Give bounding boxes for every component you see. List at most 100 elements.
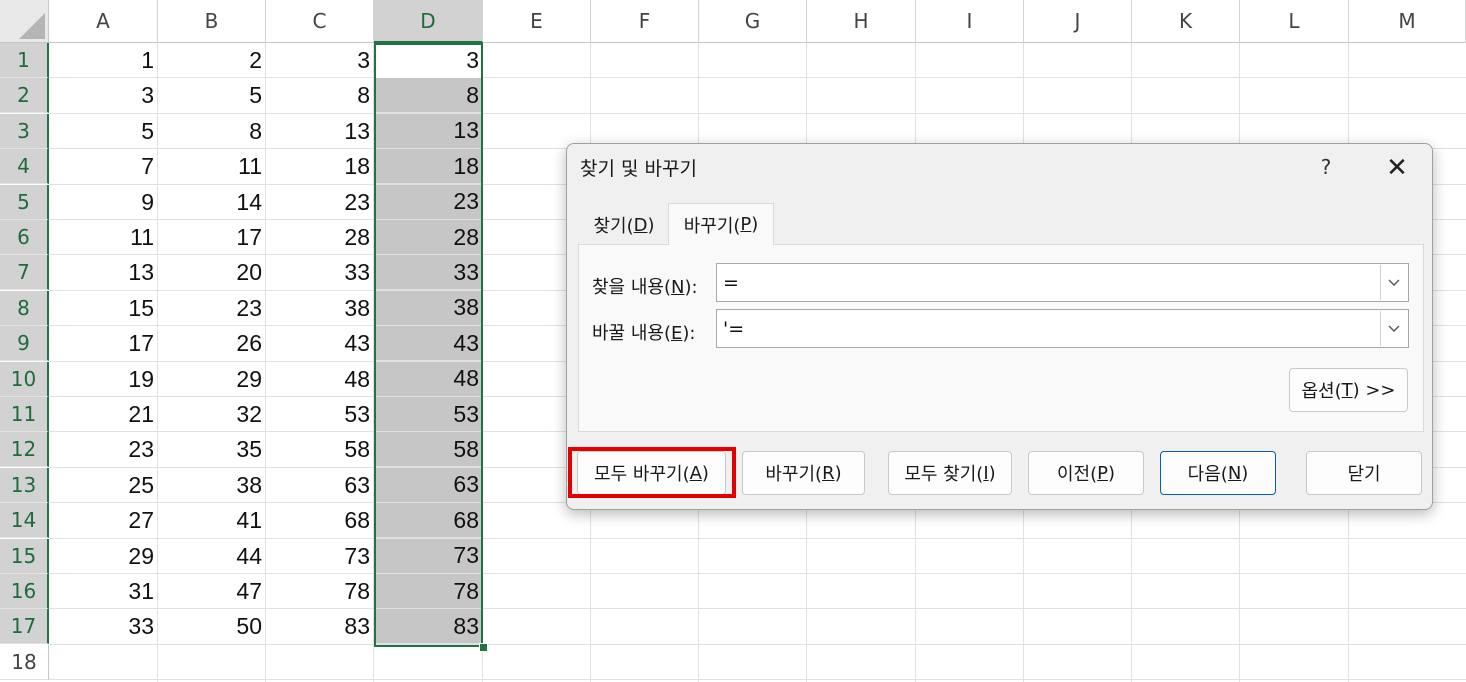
help-button[interactable]: ? (1311, 152, 1341, 182)
cell-a4[interactable]: 7 (49, 149, 158, 184)
cell-d5[interactable]: 23 (374, 184, 483, 220)
column-header-f[interactable]: F (591, 0, 699, 43)
cell-c10[interactable]: 48 (266, 362, 374, 397)
column-header-l[interactable]: L (1240, 0, 1349, 43)
cell-a11[interactable]: 21 (49, 397, 158, 432)
cell-d1[interactable]: 3 (374, 43, 483, 78)
cell-b16[interactable]: 47 (158, 574, 266, 609)
cell-a9[interactable]: 17 (49, 326, 158, 361)
cell-c7[interactable]: 33 (266, 255, 374, 290)
cell-c8[interactable]: 38 (266, 291, 374, 326)
column-header-c[interactable]: C (266, 0, 374, 43)
cell-c14[interactable]: 68 (266, 503, 374, 538)
cell-a15[interactable]: 29 (49, 539, 158, 574)
cell-d2[interactable]: 8 (374, 78, 483, 114)
row-header[interactable]: 17 (0, 609, 49, 645)
find-what-input[interactable]: = (716, 263, 1409, 302)
cell-d7[interactable]: 33 (374, 255, 483, 291)
cell-d15[interactable]: 73 (374, 538, 483, 574)
column-header-j[interactable]: J (1024, 0, 1132, 43)
column-header-b[interactable]: B (158, 0, 266, 43)
row-header[interactable]: 8 (0, 290, 49, 326)
tab-find[interactable]: 찾기(D) (579, 206, 669, 244)
cell-b12[interactable]: 35 (158, 432, 266, 467)
cell-c5[interactable]: 23 (266, 185, 374, 220)
column-header-e[interactable]: E (483, 0, 591, 43)
row-header[interactable]: 10 (0, 361, 49, 397)
row-header[interactable]: 15 (0, 538, 49, 574)
row-header[interactable]: 2 (0, 78, 49, 114)
column-header-k[interactable]: K (1132, 0, 1240, 43)
cell-c1[interactable]: 3 (266, 43, 374, 78)
cell-d3[interactable]: 13 (374, 113, 483, 149)
cell-b10[interactable]: 29 (158, 362, 266, 397)
cell-b2[interactable]: 5 (158, 78, 266, 113)
column-header-a[interactable]: A (49, 0, 158, 43)
cell-d8[interactable]: 38 (374, 290, 483, 326)
cell-c15[interactable]: 73 (266, 539, 374, 574)
close-icon[interactable]: ✕ (1379, 150, 1415, 186)
cell-c12[interactable]: 58 (266, 432, 374, 467)
column-header-m[interactable]: M (1349, 0, 1466, 43)
row-header[interactable]: 1 (0, 43, 49, 78)
cell-b6[interactable]: 17 (158, 220, 266, 255)
cell-b5[interactable]: 14 (158, 185, 266, 220)
replace-with-input[interactable]: '= (716, 309, 1409, 348)
row-header[interactable]: 3 (0, 113, 49, 149)
cell-d16[interactable]: 78 (374, 574, 483, 609)
cell-d4[interactable]: 18 (374, 149, 483, 185)
cell-c4[interactable]: 18 (266, 149, 374, 184)
cell-a1[interactable]: 1 (49, 43, 158, 78)
options-button[interactable]: 옵션(T) >> (1289, 368, 1408, 412)
find-all-button[interactable]: 모두 찾기(I) (888, 451, 1012, 495)
cell-a14[interactable]: 27 (49, 503, 158, 538)
find-next-button[interactable]: 다음(N) (1160, 451, 1276, 495)
select-all-corner[interactable] (0, 0, 49, 43)
row-header[interactable]: 12 (0, 432, 49, 468)
cell-d12[interactable]: 58 (374, 432, 483, 468)
cell-b8[interactable]: 23 (158, 291, 266, 326)
cell-a18[interactable] (49, 645, 158, 680)
cell-a10[interactable]: 19 (49, 362, 158, 397)
cell-b13[interactable]: 38 (158, 468, 266, 503)
cell-b15[interactable]: 44 (158, 539, 266, 574)
row-header[interactable]: 4 (0, 149, 49, 185)
row-header[interactable]: 13 (0, 467, 49, 503)
cell-c16[interactable]: 78 (266, 574, 374, 609)
find-what-dropdown[interactable] (1380, 265, 1407, 300)
cell-b3[interactable]: 8 (158, 114, 266, 149)
cell-d10[interactable]: 48 (374, 361, 483, 397)
cell-c17[interactable]: 83 (266, 609, 374, 644)
cell-d17[interactable]: 83 (374, 609, 483, 645)
cell-c2[interactable]: 8 (266, 78, 374, 113)
row-header[interactable]: 14 (0, 503, 49, 539)
cell-a13[interactable]: 25 (49, 468, 158, 503)
find-previous-button[interactable]: 이전(P) (1028, 451, 1144, 495)
cell-a6[interactable]: 11 (49, 220, 158, 255)
fill-handle[interactable] (479, 643, 488, 652)
replace-all-button[interactable]: 모두 바꾸기(A) (577, 451, 726, 495)
cell-a3[interactable]: 5 (49, 114, 158, 149)
cell-b11[interactable]: 32 (158, 397, 266, 432)
cell-d11[interactable]: 53 (374, 397, 483, 432)
cell-b1[interactable]: 2 (158, 43, 266, 78)
row-header[interactable]: 7 (0, 255, 49, 291)
cell-c3[interactable]: 13 (266, 114, 374, 149)
row-header[interactable]: 11 (0, 397, 49, 432)
replace-button[interactable]: 바꾸기(R) (742, 451, 865, 495)
cell-b4[interactable]: 11 (158, 149, 266, 184)
cell-a7[interactable]: 13 (49, 255, 158, 290)
cell-c9[interactable]: 43 (266, 326, 374, 361)
cell-a8[interactable]: 15 (49, 291, 158, 326)
cell-c18[interactable] (266, 645, 374, 680)
row-header[interactable]: 5 (0, 184, 49, 220)
row-header[interactable]: 18 (0, 644, 49, 680)
close-button[interactable]: 닫기 (1306, 451, 1422, 495)
row-header[interactable]: 16 (0, 574, 49, 609)
cell-d9[interactable]: 43 (374, 326, 483, 362)
column-header-i[interactable]: I (916, 0, 1024, 43)
column-header-g[interactable]: G (699, 0, 807, 43)
cell-b14[interactable]: 41 (158, 503, 266, 538)
cell-c6[interactable]: 28 (266, 220, 374, 255)
cell-a17[interactable]: 33 (49, 609, 158, 644)
